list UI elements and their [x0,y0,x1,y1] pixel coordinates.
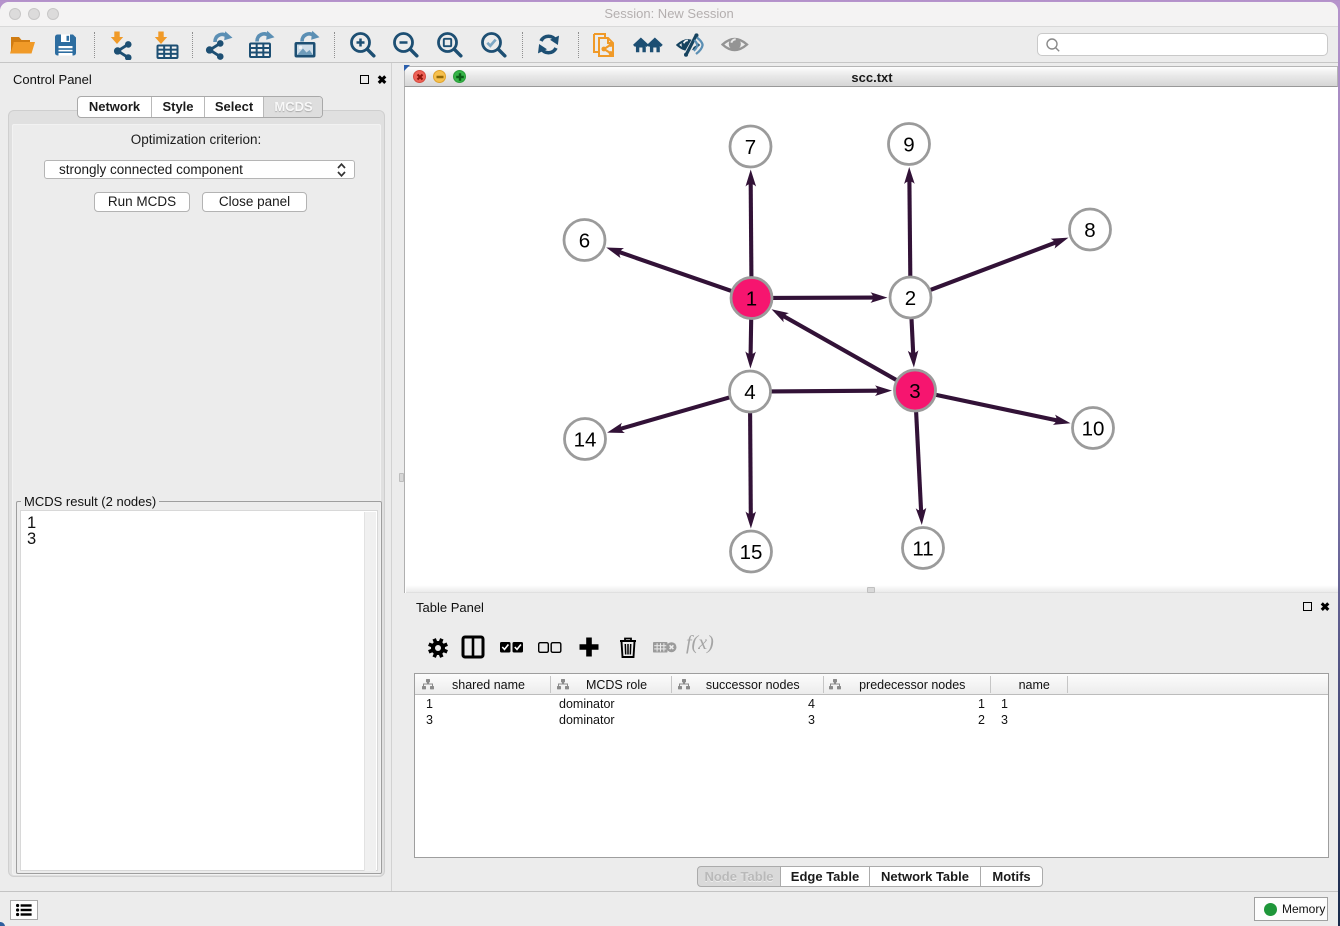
svg-text:10: 10 [1082,417,1105,440]
svg-text:6: 6 [579,229,590,252]
svg-text:4: 4 [744,381,755,404]
svg-text:2: 2 [905,287,916,310]
svg-text:1: 1 [746,287,757,310]
svg-text:14: 14 [574,428,597,451]
svg-text:8: 8 [1084,219,1095,242]
svg-text:3: 3 [909,380,920,403]
svg-text:7: 7 [745,136,756,159]
svg-text:15: 15 [740,541,763,564]
svg-text:9: 9 [903,133,914,156]
svg-text:11: 11 [912,537,933,560]
